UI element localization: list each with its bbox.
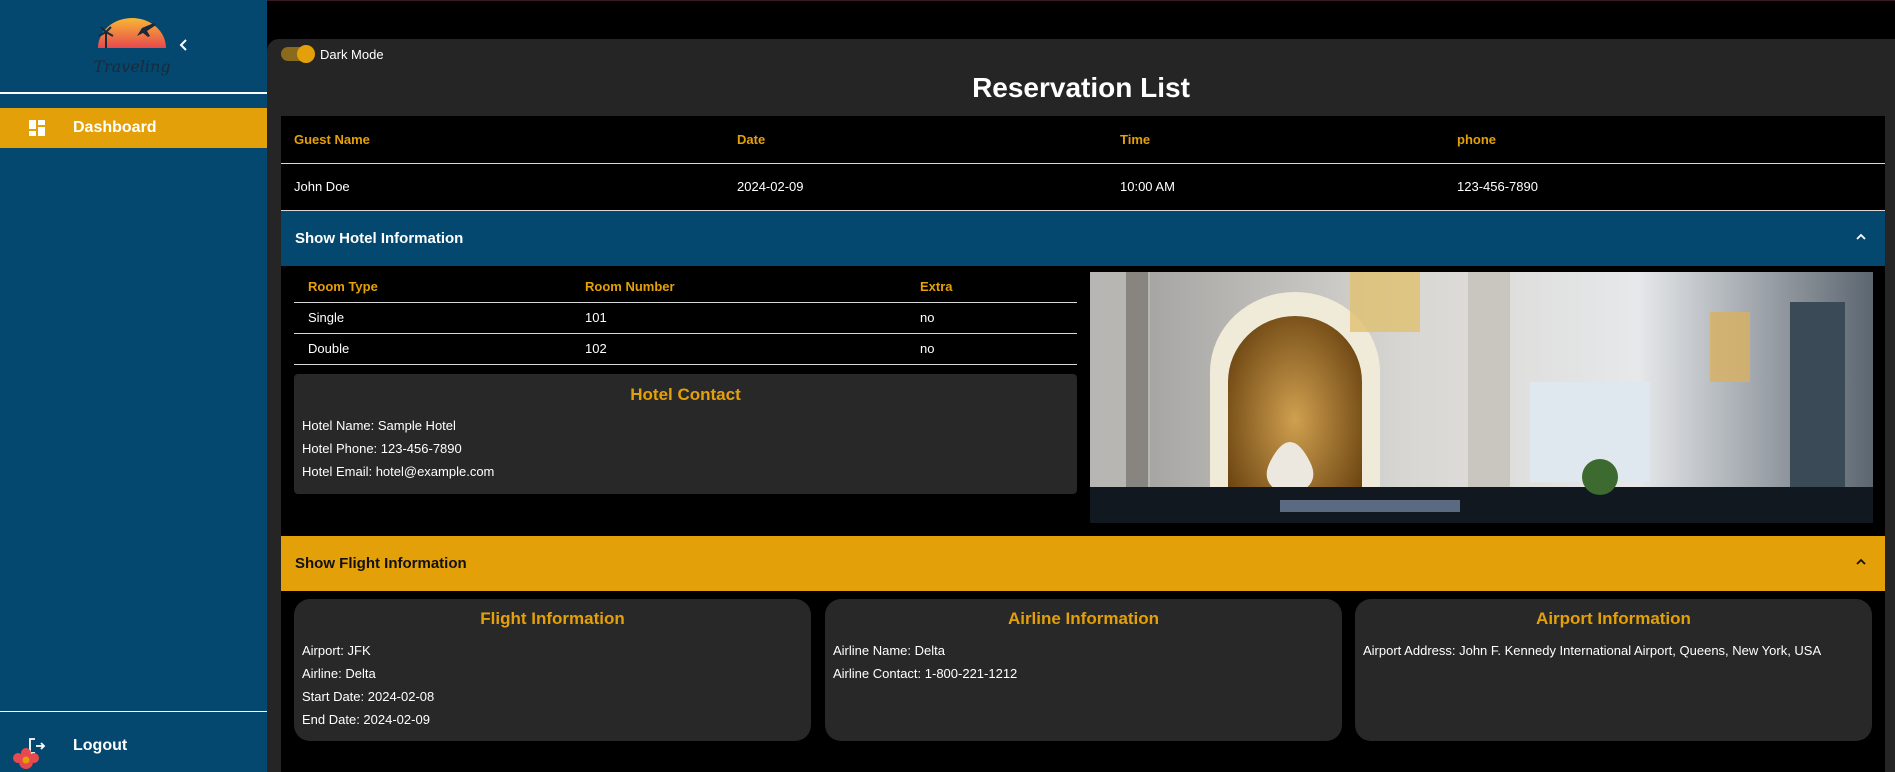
hotel-contact-title: Hotel Contact [630,385,741,404]
extra-cell: no [906,333,1077,365]
table-header-row: Guest Name Date Time phone [281,116,1885,164]
flower-badge-icon [13,748,39,769]
column-header: Guest Name [281,116,724,164]
collapse-sidebar-button[interactable] [176,36,192,56]
hotel-accordion-body: Room Type Room Number Extra Single 101 n… [281,266,1885,536]
sidebar-divider-bottom [0,711,267,712]
end-date-line: End Date: 2024-02-09 [302,712,430,727]
room-type-cell: Single [294,302,571,334]
sidebar-divider-top [0,92,267,94]
main-panel: Dark Mode Reservation List Guest Name Da… [267,39,1895,772]
reservation-table: Guest Name Date Time phone John Doe 2024… [281,116,1885,211]
date-cell: 2024-02-09 [724,163,1107,211]
column-header: Extra [906,272,1077,303]
hotel-phone-line: Hotel Phone: 123-456-7890 [302,441,462,456]
dark-mode-toggle[interactable] [281,45,315,63]
airline-contact-line: Airline Contact: 1-800-221-1212 [833,666,1018,681]
time-cell: 10:00 AM [1107,163,1444,211]
hotel-email-line: Hotel Email: hotel@example.com [302,464,495,479]
guest-name-cell: John Doe [281,163,724,211]
flight-info-title: Flight Information [480,609,625,628]
room-number-cell: 102 [571,333,906,365]
column-header: Room Number [571,272,906,303]
table-row[interactable]: John Doe 2024-02-09 10:00 AM 123-456-789… [281,163,1885,211]
hotel-accordion-header[interactable]: Show Hotel Information [281,211,1885,266]
sidebar-item-dashboard[interactable]: Dashboard [0,108,267,148]
flight-accordion-body: Flight Information Airport: JFK Airline:… [281,591,1885,772]
hotel-accordion-label: Show Hotel Information [295,230,464,247]
sidebar-item-label: Logout [73,737,128,754]
traveling-logo: Traveling [92,10,172,80]
hotel-lobby-image [1090,272,1873,523]
page-title: Reservation List [972,72,1190,103]
phone-cell: 123-456-7890 [1444,163,1885,211]
dashboard-grid-icon [29,120,45,136]
airline-line: Airline: Delta [302,666,376,681]
chevron-up-icon [1856,233,1866,240]
column-header: Date [724,116,1107,164]
column-header: Room Type [294,272,571,303]
airport-address-line: Airport Address: John F. Kennedy Interna… [1363,643,1822,658]
hotel-contact-card: Hotel Contact Hotel Name: Sample Hotel H… [294,374,1077,494]
room-number-cell: 101 [571,302,906,334]
sidebar: Traveling Dashboard Logout [0,0,267,772]
airline-info-card: Airline Information Airline Name: Delta … [825,599,1342,741]
airport-info-card: Airport Information Airport Address: Joh… [1355,599,1872,741]
chevron-left-icon [179,39,187,51]
table-row[interactable]: Double 102 no [294,333,1077,365]
column-header: phone [1444,116,1885,164]
start-date-line: Start Date: 2024-02-08 [302,689,435,704]
sidebar-item-label: Dashboard [73,119,157,136]
chevron-up-icon [1856,558,1866,565]
hotel-name-line: Hotel Name: Sample Hotel [302,418,456,433]
logo-text: Traveling [93,57,170,76]
airline-name-line: Airline Name: Delta [833,643,945,658]
dark-mode-label: Dark Mode [320,47,384,62]
flight-accordion-label: Show Flight Information [295,555,467,572]
table-row[interactable]: Single 101 no [294,302,1077,334]
room-table: Room Type Room Number Extra Single 101 n… [294,272,1077,365]
room-type-cell: Double [294,333,571,365]
airline-info-title: Airline Information [1007,609,1160,628]
flight-accordion-header[interactable]: Show Flight Information [281,536,1885,591]
top-bar [267,0,1895,39]
airport-info-title: Airport Information [1536,609,1691,628]
toggle-knob [297,45,315,63]
extra-cell: no [906,302,1077,334]
airport-line: Airport: JFK [302,643,371,658]
flight-info-card: Flight Information Airport: JFK Airline:… [294,599,811,741]
column-header: Time [1107,116,1444,164]
table-header-row: Room Type Room Number Extra [294,272,1077,303]
